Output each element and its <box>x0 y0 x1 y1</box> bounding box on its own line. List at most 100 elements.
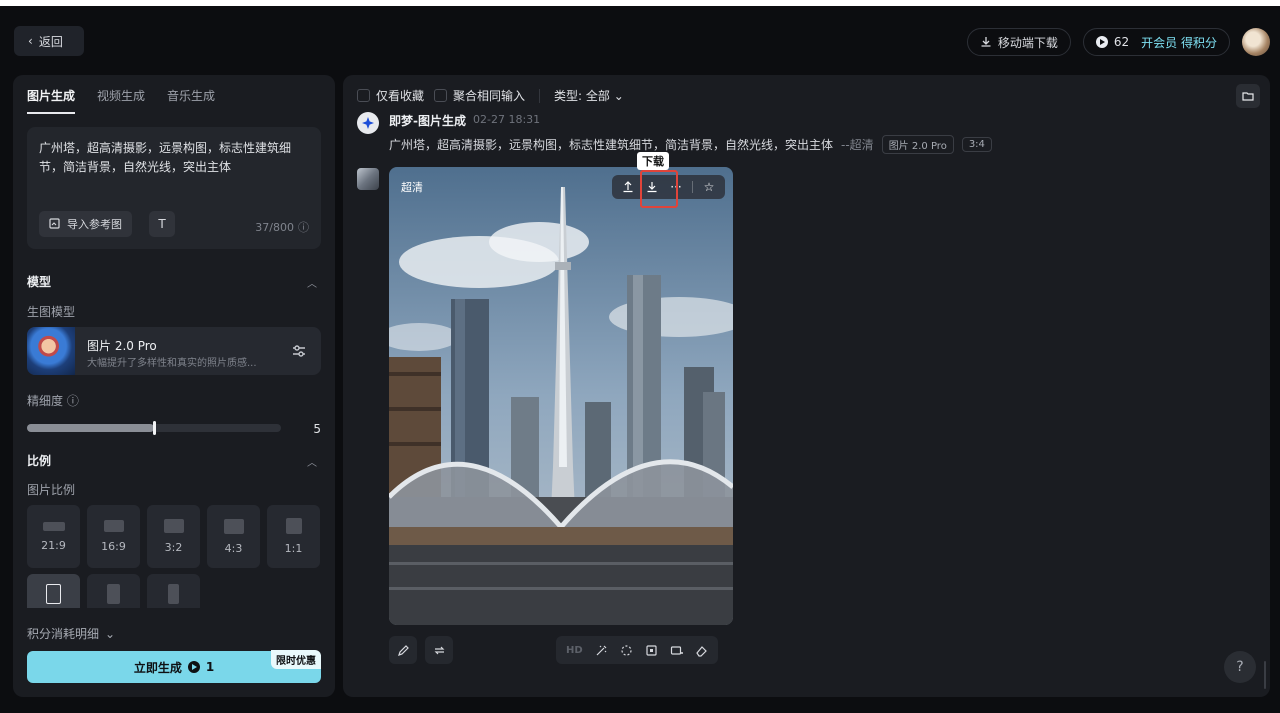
ratio-label: 21:9 <box>41 538 66 552</box>
ratio-3-4-selected[interactable] <box>27 574 80 608</box>
ratio-shape <box>103 520 124 532</box>
download-highlight <box>640 170 678 208</box>
credits-pill[interactable]: 62 开会员 得积分 <box>1082 28 1230 56</box>
credit-coin-icon <box>1095 36 1108 48</box>
model-sublabel: 生图模型 <box>27 305 76 319</box>
ratio-label: 3:2 <box>164 541 183 554</box>
back-button[interactable]: ‹ 返回 <box>14 26 84 56</box>
ratio-section-title: 比例 <box>27 454 52 468</box>
detail-slider-fill <box>27 424 154 432</box>
divider <box>539 88 541 103</box>
prompt-input[interactable]: 广州塔，超高清摄影，远景构图，标志性建筑细节，简洁背景，自然光线，突出主体 导入… <box>27 127 321 249</box>
credit-count: 62 <box>1113 35 1130 49</box>
merge-checkbox[interactable] <box>434 89 448 102</box>
text-style-button[interactable]: T <box>149 211 175 237</box>
ratio-shape <box>223 518 244 534</box>
inpaint-icon[interactable] <box>620 644 633 657</box>
reference-thumbnail[interactable] <box>357 168 379 190</box>
quality-suffix: --超清 <box>841 138 874 152</box>
regenerate-button[interactable] <box>425 636 453 664</box>
model-thumbnail <box>27 327 75 375</box>
model-selector[interactable]: 图片 2.0 Pro 大幅提升了多样性和真实的照片质感... <box>27 327 321 375</box>
avatar[interactable] <box>1242 28 1270 56</box>
chevron-left-icon: ‹ <box>28 34 33 48</box>
edit-button[interactable] <box>389 636 417 664</box>
filter-bar: 仅看收藏 聚合相同输入 类型: 全部 ⌄ <box>357 87 624 104</box>
vip-link[interactable]: 开会员 得积分 <box>1141 34 1217 51</box>
generated-image[interactable]: 超清 ··· ☆ <box>389 167 733 625</box>
ratio-shape <box>46 584 61 604</box>
merge-label: 聚合相同输入 <box>453 89 526 103</box>
merge-filter[interactable]: 聚合相同输入 <box>434 87 525 104</box>
ratio-4-3[interactable]: 4:3 <box>207 505 260 568</box>
image-plus-icon <box>49 218 60 229</box>
model-description: 大幅提升了多样性和真实的照片质感... <box>87 358 257 369</box>
generation-prompt: 广州塔，超高清摄影，远景构图，标志性建筑细节，简洁背景，自然光线，突出主体 <box>389 138 834 152</box>
credit-coin-icon <box>187 661 200 673</box>
credit-consumption-toggle[interactable]: 积分消耗明细 ⌄ <box>27 625 115 642</box>
ratio-3-2[interactable]: 3:2 <box>147 505 200 568</box>
ratio-9-16[interactable] <box>147 574 200 608</box>
info-icon: ⓘ <box>298 221 309 234</box>
star-icon[interactable]: ☆ <box>701 179 717 195</box>
magic-wand-icon[interactable] <box>595 644 608 657</box>
generate-button[interactable]: 立即生成 1 限时优惠 <box>27 650 321 683</box>
char-counter: 37/800 ⓘ <box>255 219 309 235</box>
collapse-ratio-icon[interactable]: ︿ <box>307 454 317 469</box>
results-panel: 仅看收藏 聚合相同输入 类型: 全部 ⌄ 即梦-图片生成 02-27 18:31… <box>343 75 1270 697</box>
favorites-checkbox[interactable] <box>357 89 370 102</box>
ratio-21-9[interactable]: 21:9 <box>27 505 80 568</box>
header-actions: 移动端下载 62 开会员 得积分 <box>966 28 1270 56</box>
repeat-icon <box>434 646 444 654</box>
model-section-title: 模型 <box>27 275 52 289</box>
share-icon[interactable] <box>620 179 636 195</box>
ratio-shape <box>42 521 65 531</box>
folder-icon <box>1242 92 1254 101</box>
detail-label-text: 精细度 <box>27 394 64 408</box>
ratio-2-3[interactable] <box>87 574 140 608</box>
help-button[interactable]: ? <box>1224 651 1256 683</box>
download-tooltip: 下载 <box>637 152 669 170</box>
dreamina-logo-icon <box>357 112 379 134</box>
add-frame-icon[interactable] <box>670 644 683 657</box>
ratio-shape <box>168 584 179 604</box>
tab-image[interactable]: 图片生成 <box>27 87 76 114</box>
promo-badge: 限时优惠 <box>271 650 321 669</box>
scrollbar[interactable] <box>1264 661 1266 689</box>
type-filter-dropdown[interactable]: 类型: 全部 ⌄ <box>554 87 624 104</box>
mode-tabs: 图片生成 视频生成 音乐生成 <box>27 87 215 114</box>
chevron-down-icon: ⌄ <box>613 89 624 103</box>
ratio-shape <box>163 519 184 533</box>
ratio-16-9[interactable]: 16:9 <box>87 505 140 568</box>
collapse-model-icon[interactable]: ︿ <box>307 275 317 290</box>
ratio-label: 4:3 <box>224 541 243 555</box>
mobile-download-button[interactable]: 移动端下载 <box>966 28 1071 56</box>
import-reference-label: 导入参考图 <box>67 218 122 231</box>
edit-toolbar: HD <box>556 636 718 664</box>
generation-title: 即梦-图片生成 <box>389 114 466 128</box>
eraser-icon[interactable] <box>695 644 708 657</box>
import-reference-button[interactable]: 导入参考图 <box>39 211 132 237</box>
mobile-download-label: 移动端下载 <box>997 35 1058 50</box>
ratio-shape <box>107 584 120 604</box>
ratio-1-1[interactable]: 1:1 <box>267 505 320 568</box>
type-filter-label: 类型: 全部 <box>554 89 610 103</box>
generation-settings-panel: 图片生成 视频生成 音乐生成 广州塔，超高清摄影，远景构图，标志性建筑细节，简洁… <box>13 75 335 697</box>
ratio-sublabel: 图片比例 <box>27 483 76 497</box>
favorites-filter[interactable]: 仅看收藏 <box>357 87 424 104</box>
generation-time: 02-27 18:31 <box>473 113 541 126</box>
tab-video[interactable]: 视频生成 <box>97 87 145 114</box>
tab-music[interactable]: 音乐生成 <box>167 87 215 114</box>
prompt-text[interactable]: 广州塔，超高清摄影，远景构图，标志性建筑细节，简洁背景，自然光线，突出主体 <box>39 139 309 177</box>
hd-button[interactable]: HD <box>566 645 583 656</box>
expand-icon[interactable] <box>645 644 658 657</box>
consume-label: 积分消耗明细 <box>27 627 100 641</box>
folder-button[interactable] <box>1236 84 1260 108</box>
ratio-shape <box>285 518 302 534</box>
detail-slider-handle[interactable] <box>153 421 156 435</box>
sliders-icon[interactable] <box>289 341 309 361</box>
top-border <box>0 0 1280 6</box>
generation-prompt-row: 广州塔，超高清摄影，远景构图，标志性建筑细节，简洁背景，自然光线，突出主体 --… <box>389 135 992 154</box>
generate-cost: 1 <box>205 660 215 674</box>
detail-slider[interactable] <box>27 421 281 435</box>
